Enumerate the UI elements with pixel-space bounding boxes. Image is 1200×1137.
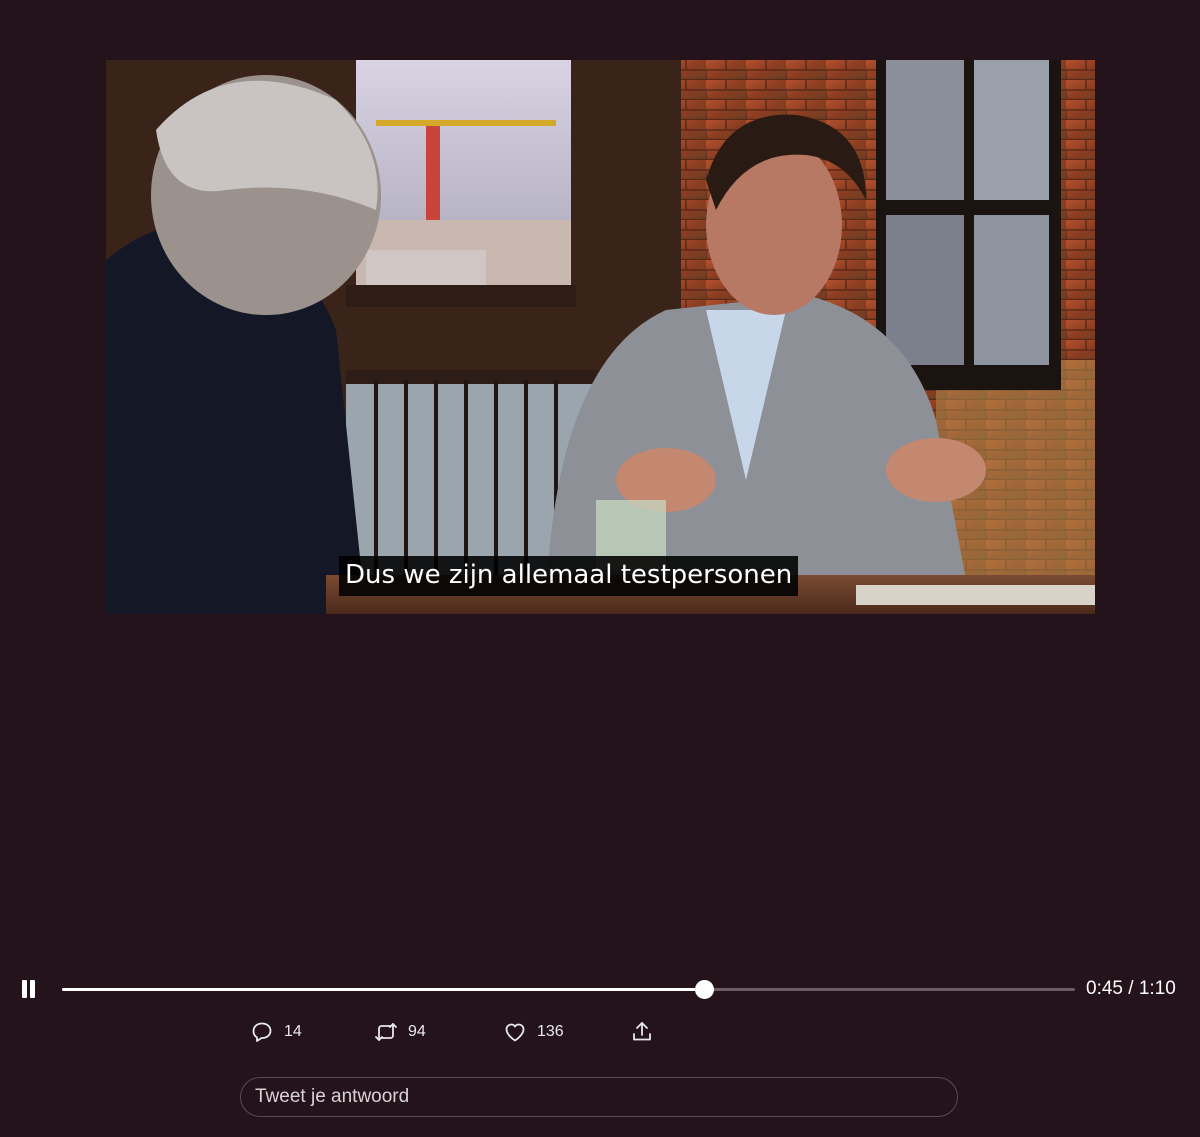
video-frame-image — [106, 60, 1095, 614]
video-progress-bar[interactable] — [62, 980, 1075, 999]
current-time: 0:45 — [1086, 978, 1123, 999]
like-count: 136 — [537, 1023, 564, 1040]
video-subtitle: Dus we zijn allemaal testpersonen — [339, 556, 799, 596]
tweet-media-view: Dus we zijn allemaal testpersonen 0:45 /… — [0, 0, 1200, 1137]
progress-fill — [62, 988, 705, 991]
tweet-actions: 14 94 136 — [0, 1014, 1200, 1050]
progress-scrubber-handle[interactable] — [695, 980, 715, 999]
share-button[interactable] — [630, 1014, 654, 1050]
like-button[interactable]: 136 — [503, 1014, 564, 1050]
time-separator: / — [1128, 978, 1134, 999]
retweet-button[interactable]: 94 — [374, 1014, 426, 1050]
pause-icon — [22, 980, 27, 998]
video-player[interactable]: Dus we zijn allemaal testpersonen — [106, 60, 1095, 614]
reply-count: 14 — [284, 1023, 302, 1040]
retweet-count: 94 — [408, 1023, 426, 1040]
video-time-readout: 0:45 / 1:10 — [1086, 978, 1176, 1000]
share-icon — [633, 1022, 651, 1041]
pause-button[interactable] — [14, 974, 42, 1004]
heart-icon — [505, 1023, 525, 1042]
reply-input[interactable] — [240, 1077, 958, 1117]
duration: 1:10 — [1138, 978, 1176, 999]
pause-icon-bar — [30, 980, 35, 998]
reply-button[interactable]: 14 — [250, 1014, 302, 1050]
reply-icon — [252, 1022, 272, 1042]
retweet-icon — [375, 1023, 397, 1041]
